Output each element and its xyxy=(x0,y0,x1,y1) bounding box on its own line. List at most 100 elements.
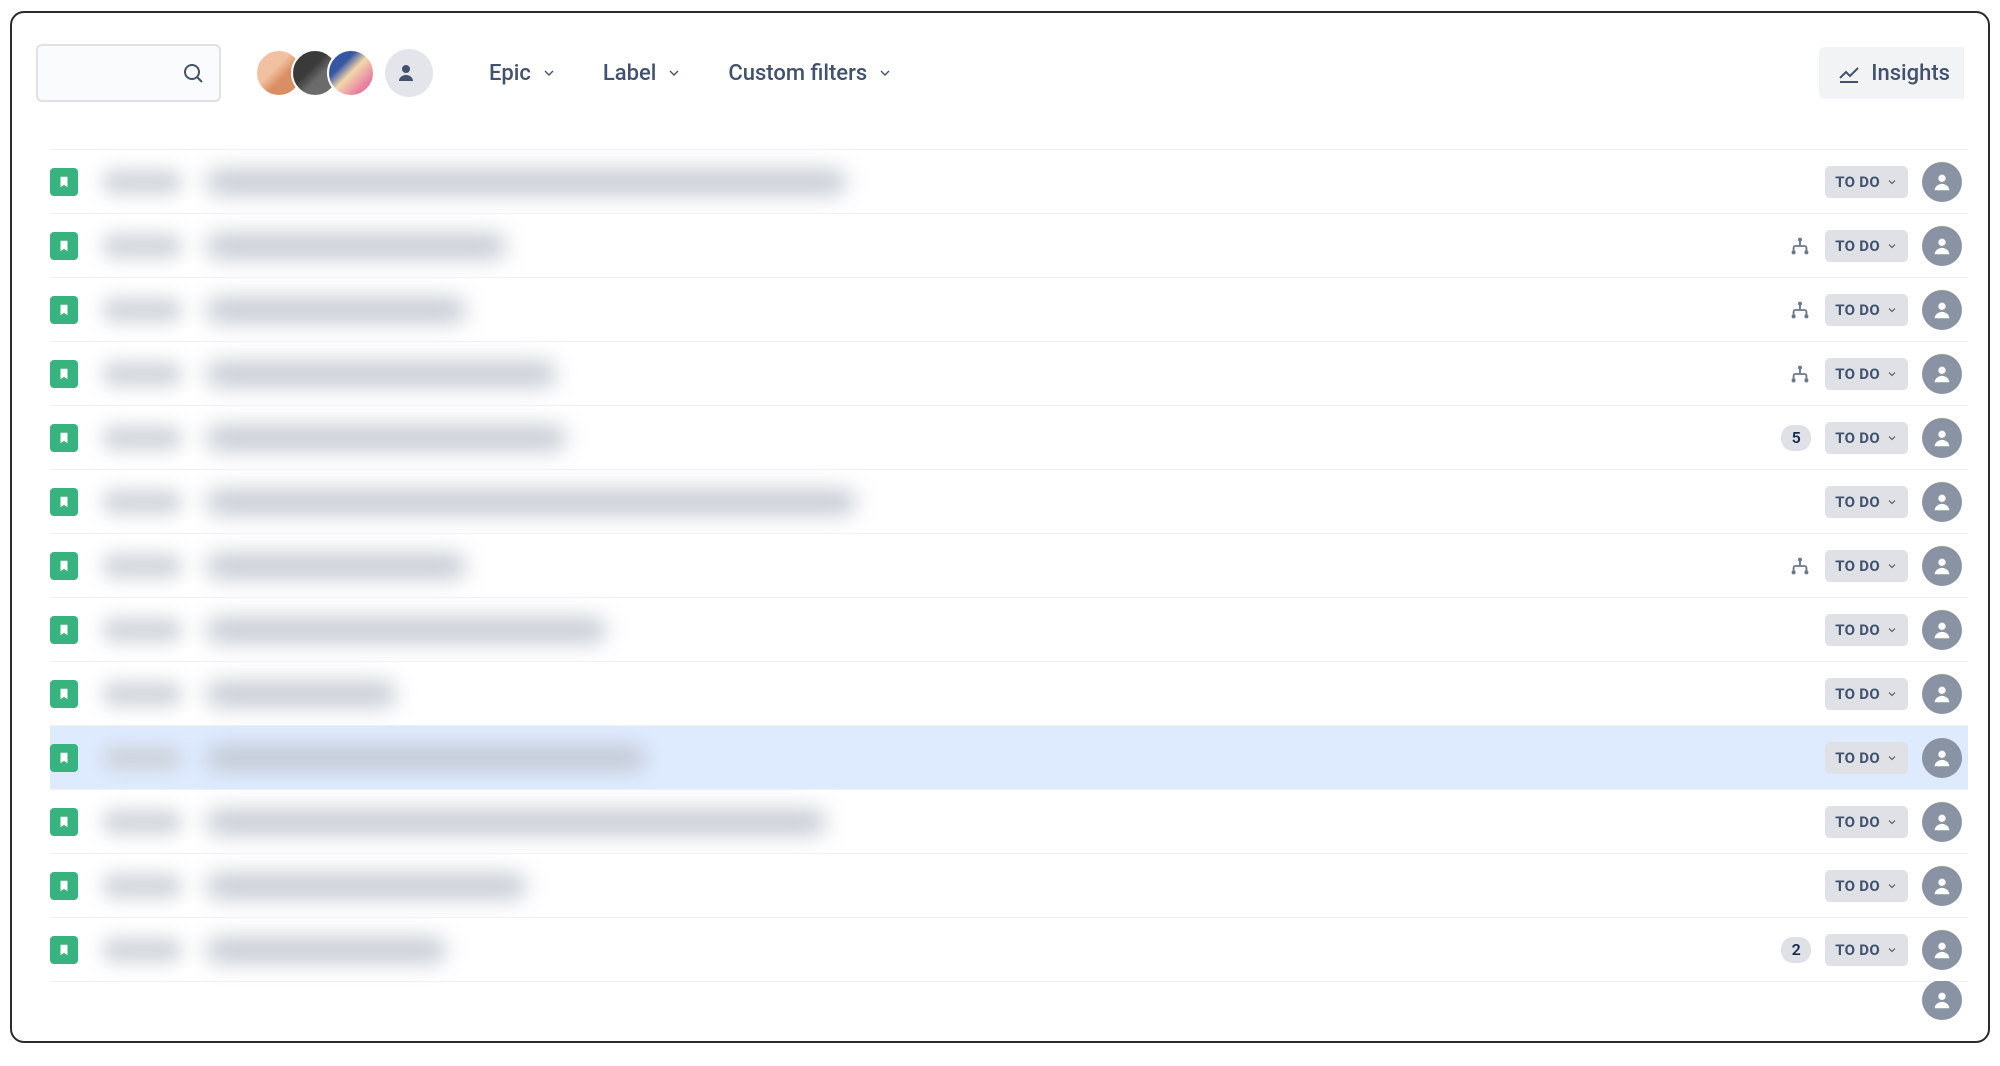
issue-row-left xyxy=(50,232,1789,260)
story-icon xyxy=(50,744,78,772)
issue-key xyxy=(102,233,182,259)
issue-row-right: TO DO xyxy=(1825,610,1962,650)
status-label: TO DO xyxy=(1835,173,1880,191)
status-dropdown[interactable]: TO DO xyxy=(1825,806,1908,838)
issue-key xyxy=(102,361,182,387)
add-user-button[interactable] xyxy=(385,49,433,97)
filter-bar: Epic Label Custom filters xyxy=(489,61,893,86)
status-dropdown[interactable]: TO DO xyxy=(1825,230,1908,262)
assignee-avatar[interactable] xyxy=(1922,802,1962,842)
issue-row-left xyxy=(50,360,1789,388)
assignee-avatar[interactable] xyxy=(1922,930,1962,970)
user-icon xyxy=(1931,555,1953,577)
status-dropdown[interactable]: TO DO xyxy=(1825,358,1908,390)
issue-row[interactable]: TO DO xyxy=(50,725,1968,789)
status-dropdown[interactable]: TO DO xyxy=(1825,486,1908,518)
status-dropdown[interactable]: TO DO xyxy=(1825,550,1908,582)
child-issues-icon[interactable] xyxy=(1789,235,1811,257)
assignee-avatar[interactable] xyxy=(1922,418,1962,458)
filter-epic[interactable]: Epic xyxy=(489,61,557,86)
issue-row-left xyxy=(50,296,1789,324)
issue-row-left xyxy=(50,616,1825,644)
issue-row[interactable]: TO DO xyxy=(50,661,1968,725)
issue-key xyxy=(102,297,182,323)
issue-key xyxy=(102,809,182,835)
story-points-badge: 5 xyxy=(1781,425,1811,451)
story-points-badge: 2 xyxy=(1781,937,1811,963)
avatar[interactable] xyxy=(327,49,375,97)
search-input[interactable] xyxy=(36,44,221,102)
chevron-down-icon xyxy=(1886,496,1898,508)
issue-row[interactable]: TO DO xyxy=(50,789,1968,853)
chevron-down-icon xyxy=(1886,688,1898,700)
assignee-avatar[interactable] xyxy=(1922,546,1962,586)
issue-key xyxy=(102,681,182,707)
assignee-avatar[interactable] xyxy=(1922,738,1962,778)
issue-row-right: 2 TO DO xyxy=(1781,930,1962,970)
status-dropdown[interactable]: TO DO xyxy=(1825,870,1908,902)
assignee-avatar[interactable] xyxy=(1922,866,1962,906)
issue-row[interactable]: TO DO xyxy=(50,213,1968,277)
status-dropdown[interactable]: TO DO xyxy=(1825,742,1908,774)
status-dropdown[interactable]: TO DO xyxy=(1825,422,1908,454)
insights-icon xyxy=(1837,61,1861,85)
status-dropdown[interactable]: TO DO xyxy=(1825,934,1908,966)
issue-key xyxy=(102,489,182,515)
filter-custom-filters[interactable]: Custom filters xyxy=(728,61,893,86)
story-icon xyxy=(50,232,78,260)
issue-title xyxy=(206,425,566,451)
assignee-avatar[interactable] xyxy=(1922,290,1962,330)
assignee-avatar[interactable] xyxy=(1922,674,1962,714)
status-label: TO DO xyxy=(1835,301,1880,319)
status-dropdown[interactable]: TO DO xyxy=(1825,678,1908,710)
chevron-down-icon xyxy=(666,65,682,81)
assignee-avatar[interactable] xyxy=(1922,354,1962,394)
status-label: TO DO xyxy=(1835,877,1880,895)
add-user-icon xyxy=(397,61,421,85)
status-label: TO DO xyxy=(1835,493,1880,511)
issue-row[interactable]: 2 TO DO xyxy=(50,917,1968,981)
status-dropdown[interactable]: TO DO xyxy=(1825,294,1908,326)
issue-key xyxy=(102,873,182,899)
issue-row[interactable]: TO DO xyxy=(50,277,1968,341)
story-icon xyxy=(50,936,78,964)
issue-title xyxy=(206,553,466,579)
user-icon xyxy=(1931,619,1953,641)
child-issues-icon[interactable] xyxy=(1789,363,1811,385)
issue-row[interactable]: TO DO xyxy=(50,853,1968,917)
chevron-down-icon xyxy=(1886,432,1898,444)
insights-button[interactable]: Insights xyxy=(1819,47,1964,99)
issue-row-right: TO DO xyxy=(1825,802,1962,842)
child-issues-icon[interactable] xyxy=(1789,555,1811,577)
issue-row[interactable]: 5 TO DO xyxy=(50,405,1968,469)
issue-row[interactable]: TO DO xyxy=(50,597,1968,661)
issue-row-left xyxy=(50,424,1781,452)
child-issues-icon[interactable] xyxy=(1789,299,1811,321)
user-icon xyxy=(1931,235,1953,257)
issue-row[interactable]: TO DO xyxy=(50,341,1968,405)
status-label: TO DO xyxy=(1835,813,1880,831)
issue-row[interactable]: TO DO xyxy=(50,149,1968,213)
issue-row[interactable]: TO DO xyxy=(50,533,1968,597)
issue-title xyxy=(206,361,556,387)
issue-row-right: TO DO xyxy=(1789,546,1962,586)
issue-row-right: TO DO xyxy=(1825,674,1962,714)
issue-row-right: 5 TO DO xyxy=(1781,418,1962,458)
assignee-avatar[interactable] xyxy=(1922,482,1962,522)
status-label: TO DO xyxy=(1835,685,1880,703)
filter-label[interactable]: Label xyxy=(603,61,683,86)
assignee-avatar[interactable] xyxy=(1922,610,1962,650)
issue-row[interactable]: TO DO xyxy=(50,469,1968,533)
chevron-down-icon xyxy=(1886,368,1898,380)
issue-title xyxy=(206,681,396,707)
status-dropdown[interactable]: TO DO xyxy=(1825,614,1908,646)
status-label: TO DO xyxy=(1835,621,1880,639)
issue-row-left xyxy=(50,872,1825,900)
issue-row-right: TO DO xyxy=(1825,162,1962,202)
assignee-avatar[interactable] xyxy=(1922,226,1962,266)
filter-label: Custom filters xyxy=(728,61,867,86)
story-icon xyxy=(50,552,78,580)
status-dropdown[interactable]: TO DO xyxy=(1825,166,1908,198)
assignee-avatar[interactable] xyxy=(1922,162,1962,202)
assignee-avatar[interactable] xyxy=(1922,980,1962,1020)
